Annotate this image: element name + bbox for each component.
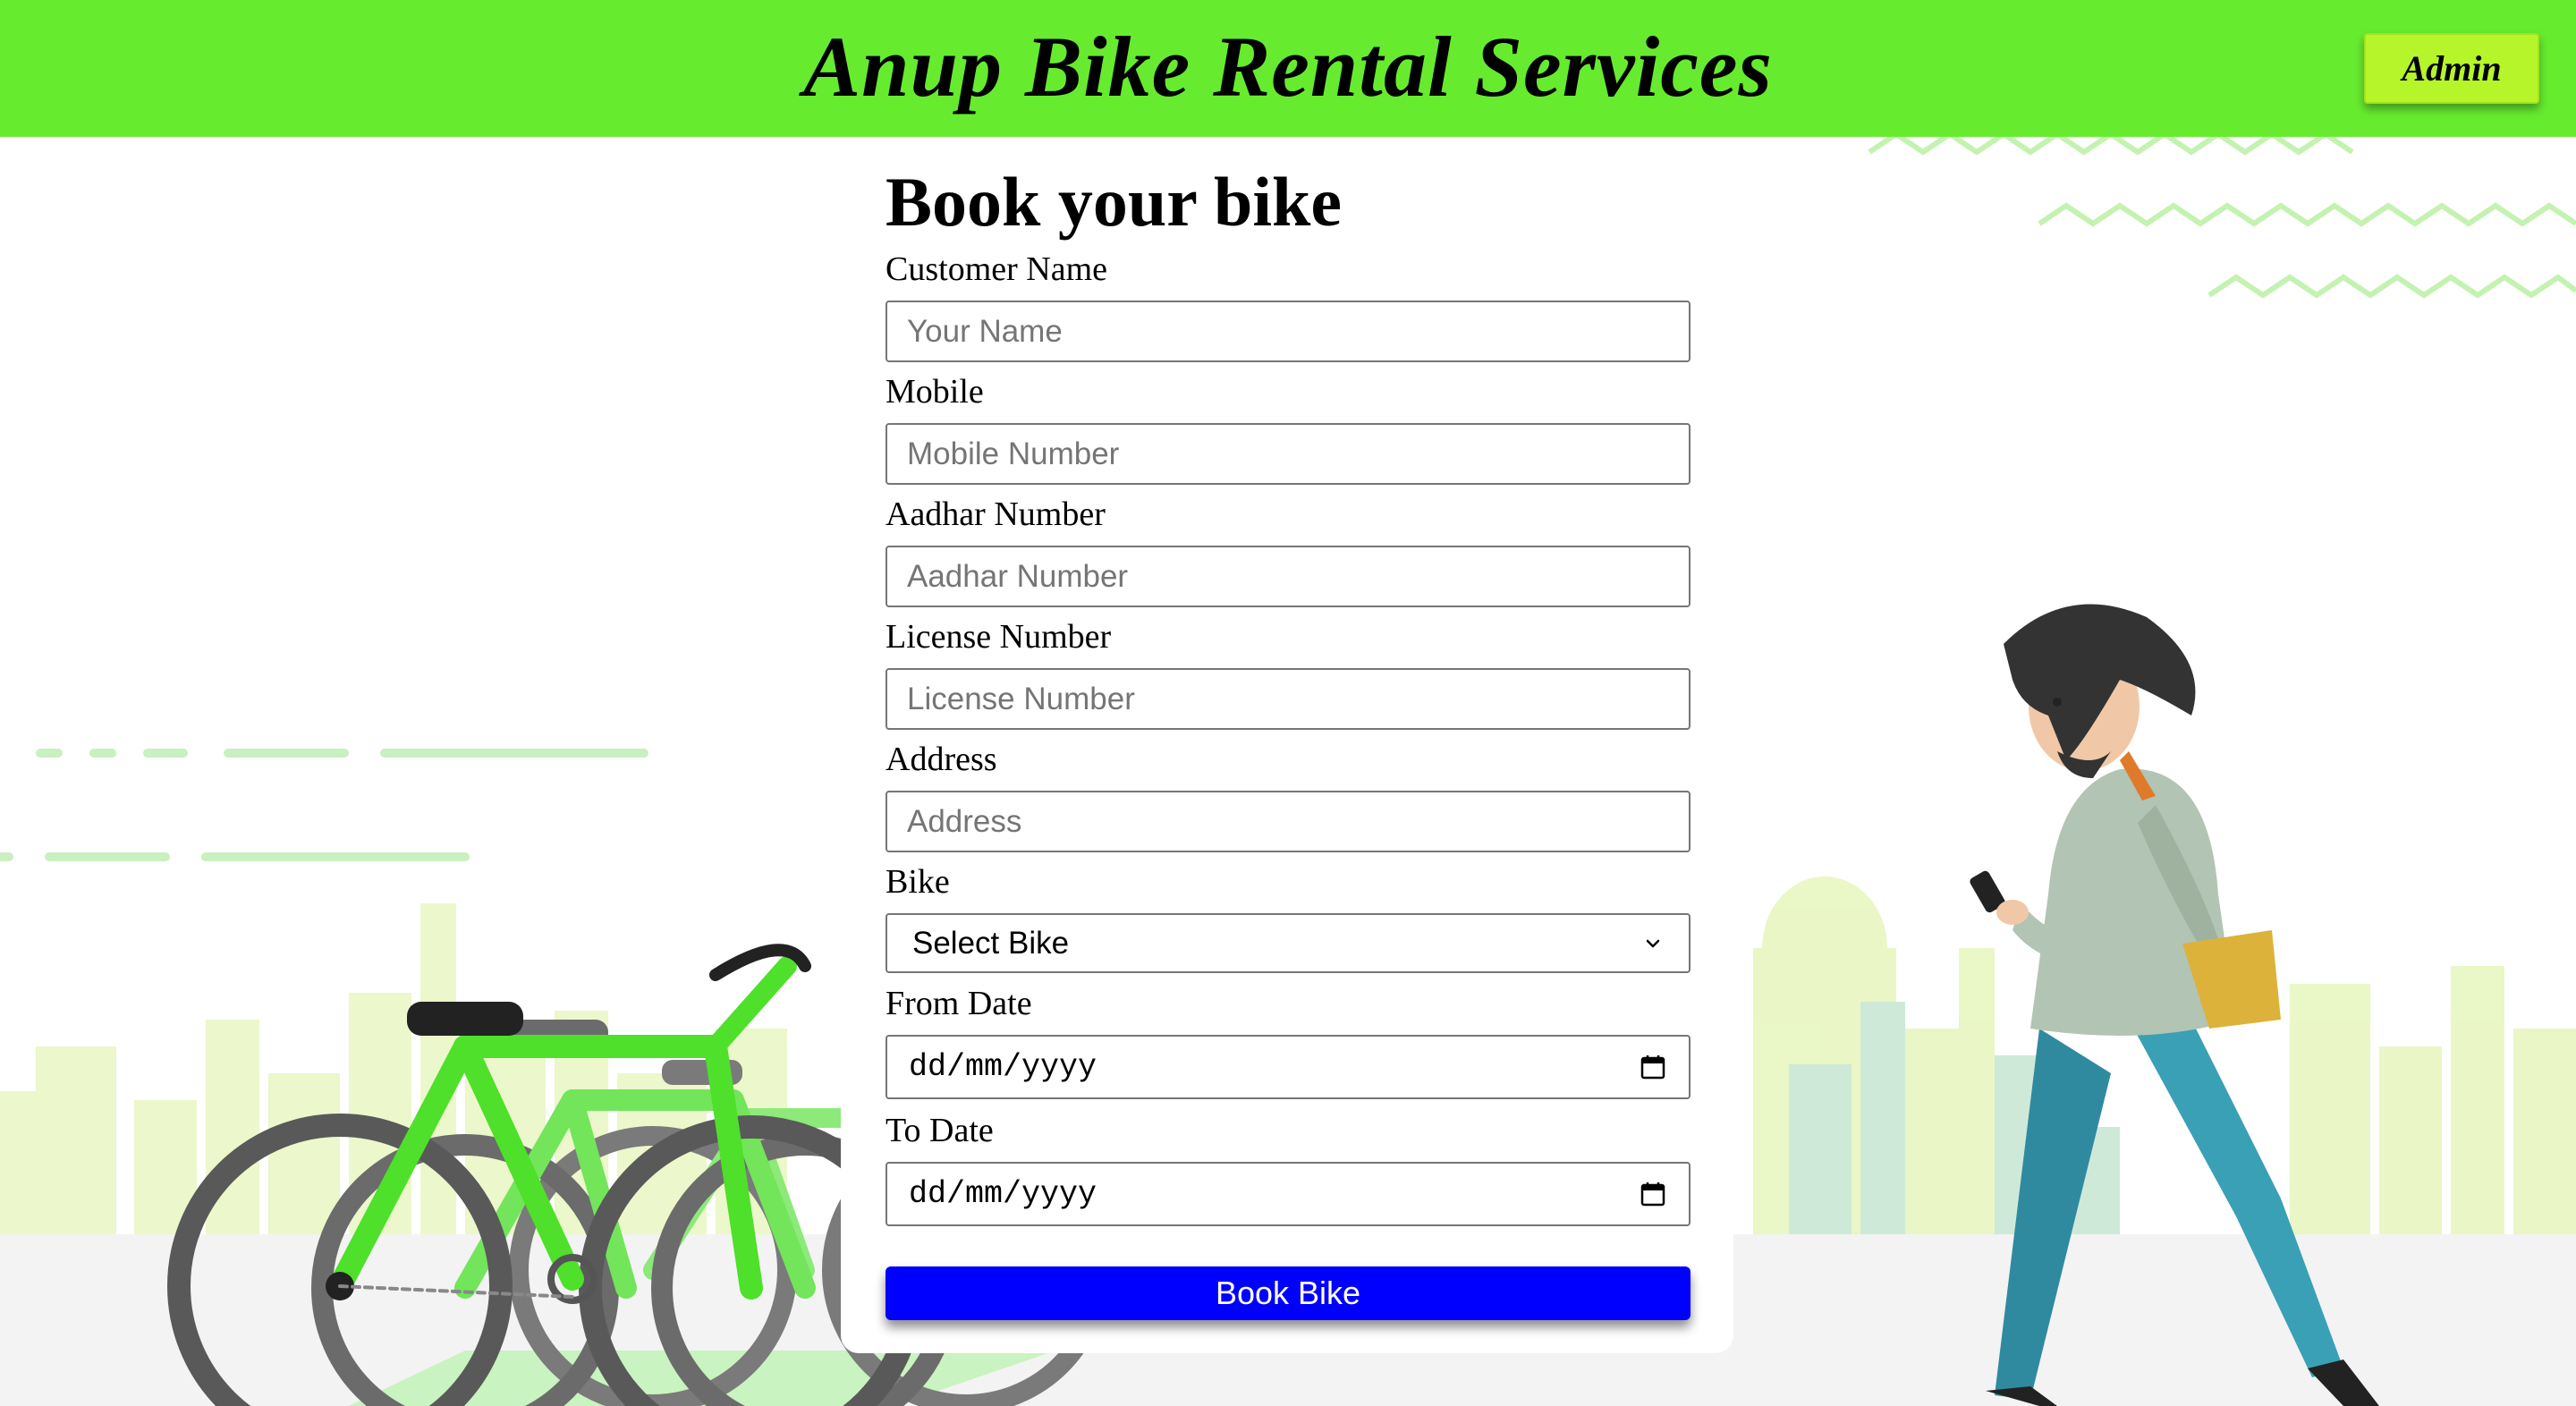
calendar-icon[interactable] [1639,1180,1667,1208]
aadhar-label: Aadhar Number [886,495,1106,533]
page: Anup Bike Rental Services Admin Book you… [0,0,2576,1406]
site-title: Anup Bike Rental Services [803,19,1773,114]
bike-label: Bike [886,863,950,901]
mobile-input[interactable] [886,423,1690,485]
bike-select-value: Select Bike [912,925,1070,961]
from-date-label: From Date [886,985,1032,1022]
to-date-value: dd/mm/yyyy [909,1176,1097,1212]
to-date-label: To Date [886,1112,994,1149]
chevron-down-icon [1646,939,1660,947]
admin-button[interactable]: Admin [2364,33,2539,104]
license-label: License Number [886,618,1112,656]
bike-select[interactable]: Select Bike [886,913,1690,973]
book-bike-button[interactable]: Book Bike [886,1266,1690,1320]
calendar-icon[interactable] [1639,1053,1667,1081]
speed-lines [0,749,648,861]
customer-name-label: Customer Name [886,250,1108,288]
license-input[interactable] [886,668,1690,730]
to-date-input[interactable]: dd/mm/yyyy [886,1162,1690,1226]
from-date-input[interactable]: dd/mm/yyyy [886,1035,1690,1099]
mobile-label: Mobile [886,373,984,411]
from-date-value: dd/mm/yyyy [909,1049,1097,1085]
address-input[interactable] [886,791,1690,852]
form-title: Book your bike [886,163,1343,241]
header-bar: Anup Bike Rental Services Admin [0,0,2576,137]
customer-name-input[interactable] [886,301,1690,362]
aadhar-input[interactable] [886,546,1690,607]
zigzag-pattern [1868,131,2576,299]
address-label: Address [886,741,997,778]
